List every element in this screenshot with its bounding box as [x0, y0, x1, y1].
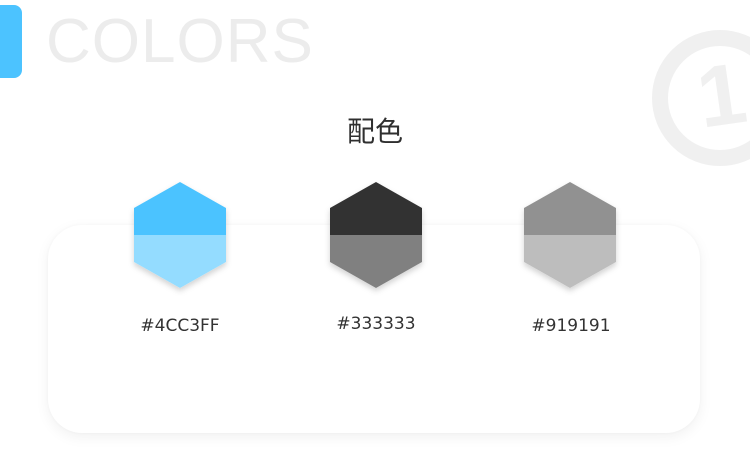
swatch-top-half	[330, 182, 422, 235]
accent-tab	[0, 5, 22, 78]
swatch-top-half	[134, 182, 226, 235]
swatch-label: #4CC3FF	[140, 316, 220, 336]
swatch-top-half	[524, 182, 616, 235]
swatch-bottom-half	[330, 235, 422, 288]
swatch-label: #919191	[531, 316, 611, 336]
color-swatch	[328, 180, 424, 290]
color-swatch	[522, 180, 618, 290]
swatch-bottom-half	[524, 235, 616, 288]
bg-heading: COLORS	[46, 7, 314, 76]
section-title: 配色	[346, 115, 403, 148]
swatch-label: #333333	[336, 314, 416, 334]
swatch-bottom-half	[134, 235, 226, 288]
color-swatch	[132, 180, 228, 290]
